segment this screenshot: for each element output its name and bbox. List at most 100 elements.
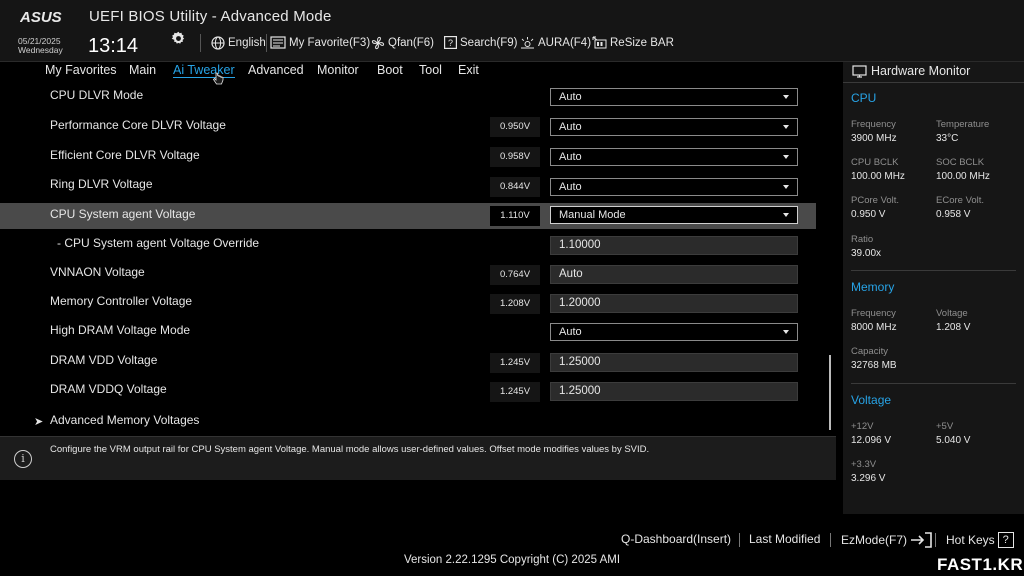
setting-dram-vddq-voltage[interactable]: DRAM VDDQ Voltage 1.245V 1.25000 [0,379,816,405]
info-icon: i [14,450,32,468]
setting-label: DRAM VDDQ Voltage [50,382,167,396]
v5-label: +5V [936,421,954,432]
my-favorite-button[interactable]: My Favorite(F3) [270,36,370,49]
setting-vnnaon-voltage[interactable]: VNNAON Voltage 0.764V Auto [0,262,816,288]
resize-bar-button[interactable]: ReSize BAR [592,36,674,49]
setting-label: VNNAON Voltage [50,265,145,279]
last-modified-button[interactable]: Last Modified [749,532,820,546]
cpu-temperature-value: 33°C [936,133,959,144]
memory-controller-voltage-input[interactable]: 1.20000 [550,294,798,313]
dropdown-value: Auto [559,151,582,163]
menu-boot[interactable]: Boot [377,63,403,77]
setting-cpu-dlvr-mode[interactable]: CPU DLVR Mode Auto [0,85,816,111]
scrollbar[interactable] [829,355,831,430]
cpu-bclk-label: CPU BCLK [851,157,899,168]
settings-panel: CPU DLVR Mode Auto Performance Core DLVR… [0,85,836,435]
cpu-system-agent-override-input[interactable]: 1.10000 [550,236,798,255]
current-voltage: 1.245V [490,382,540,402]
chevron-down-icon [783,213,789,217]
ecore-volt-value: 0.958 V [936,209,971,220]
current-voltage: 1.110V [490,206,540,226]
fan-icon [371,36,385,50]
setting-label: - CPU System agent Voltage Override [57,236,260,250]
chevron-down-icon [783,125,789,129]
qfan-label: Qfan(F6) [388,37,435,49]
hardware-monitor-label: Hardware Monitor [871,64,971,78]
chevron-down-icon [783,185,789,189]
current-voltage: 0.958V [490,147,540,167]
setting-memory-controller-voltage[interactable]: Memory Controller Voltage 1.208V 1.20000 [0,291,816,317]
current-voltage: 0.950V [490,117,540,137]
memory-capacity-label: Capacity [851,346,888,357]
menu-main[interactable]: Main [129,63,156,77]
setting-efficient-core-dlvr-voltage[interactable]: Efficient Core DLVR Voltage 0.958V Auto [0,145,816,171]
chevron-down-icon [783,155,789,159]
memory-section-title: Memory [851,280,895,294]
cpu-section-title: CPU [851,91,877,105]
ring-dlvr-dropdown[interactable]: Auto [550,178,798,196]
dropdown-value: Auto [559,91,582,103]
memory-voltage-label: Voltage [936,308,968,319]
high-dram-voltage-mode-dropdown[interactable]: Auto [550,323,798,341]
menu-exit[interactable]: Exit [458,63,479,77]
setting-high-dram-voltage-mode[interactable]: High DRAM Voltage Mode Auto [0,320,816,346]
divider [851,270,1016,271]
exit-arrow-icon [911,532,932,548]
qfan-button[interactable]: Qfan(F6) [371,36,434,50]
chevron-down-icon [783,330,789,334]
divider [851,383,1016,384]
hardware-monitor-title: Hardware Monitor [852,64,970,78]
setting-label: Memory Controller Voltage [50,294,193,308]
setting-label: Performance Core DLVR Voltage [50,118,226,132]
setting-label: CPU System agent Voltage [50,207,196,221]
setting-cpu-system-agent-voltage[interactable]: CPU System agent Voltage 1.110V Manual M… [0,203,816,229]
setting-dram-vdd-voltage[interactable]: DRAM VDD Voltage 1.245V 1.25000 [0,350,816,376]
menu-my-favorites[interactable]: My Favorites [45,63,117,77]
v12-label: +12V [851,421,874,432]
menu-tool[interactable]: Tool [419,63,442,77]
cpu-dlvr-mode-dropdown[interactable]: Auto [550,88,798,106]
cpu-system-agent-dropdown[interactable]: Manual Mode [550,206,798,224]
v12-value: 12.096 V [851,435,892,446]
setting-ring-dlvr-voltage[interactable]: Ring DLVR Voltage 0.844V Auto [0,175,816,201]
q-dashboard-button[interactable]: Q-Dashboard(Insert) [621,532,731,546]
aura-button[interactable]: AURA(F4) [520,36,591,49]
app-title: UEFI BIOS Utility - Advanced Mode [89,8,332,25]
date-display: 05/21/2025 Wednesday [18,37,63,55]
aura-label: AURA(F4) [538,36,592,49]
setting-cpu-system-agent-override[interactable]: - CPU System agent Voltage Override 1.10… [0,233,816,259]
svg-text:?: ? [448,38,453,48]
dram-vddq-voltage-input[interactable]: 1.25000 [550,382,798,401]
menu-monitor[interactable]: Monitor [317,63,359,77]
hot-keys-button[interactable]: Hot Keys ? [946,532,1014,548]
aura-icon [521,37,534,49]
vnnaon-voltage-input[interactable]: Auto [550,265,798,284]
cpu-bclk-value: 100.00 MHz [851,171,905,182]
language-button[interactable]: English [211,36,266,50]
setting-label: CPU DLVR Mode [50,88,144,102]
toolbar-separator [200,34,201,52]
globe-icon [211,36,225,50]
current-voltage: 1.245V [490,353,540,373]
search-button[interactable]: ? Search(F9) [444,36,518,49]
menu-ai-tweaker[interactable]: Ai Tweaker [173,63,235,78]
menu-advanced[interactable]: Advanced [248,63,304,77]
setting-label: Ring DLVR Voltage [50,177,153,191]
pcore-volt-label: PCore Volt. [851,195,900,206]
ezmode-label: EzMode(F7) [841,533,908,547]
submenu-advanced-memory-voltages[interactable]: ➤ Advanced Memory Voltages [0,409,816,435]
dram-vdd-voltage-input[interactable]: 1.25000 [550,353,798,372]
asus-logo: ASUS [20,9,62,25]
ezmode-button[interactable]: EzMode(F7) [841,532,932,548]
resize-bar-label: ReSize BAR [610,36,674,49]
footer-separator [830,533,831,547]
setting-performance-core-dlvr-voltage[interactable]: Performance Core DLVR Voltage 0.950V Aut… [0,115,816,141]
gear-icon[interactable] [171,31,186,46]
version-text: Version 2.22.1295 Copyright (C) 2025 AMI [403,554,621,566]
efficient-core-dlvr-dropdown[interactable]: Auto [550,148,798,166]
main-menu: My Favorites Main Ai Tweaker Advanced Mo… [0,62,836,84]
time-display: 13:14 [88,35,139,57]
performance-core-dlvr-dropdown[interactable]: Auto [550,118,798,136]
my-favorite-label: My Favorite(F3) [289,36,371,49]
weekday: Wednesday [18,45,63,55]
